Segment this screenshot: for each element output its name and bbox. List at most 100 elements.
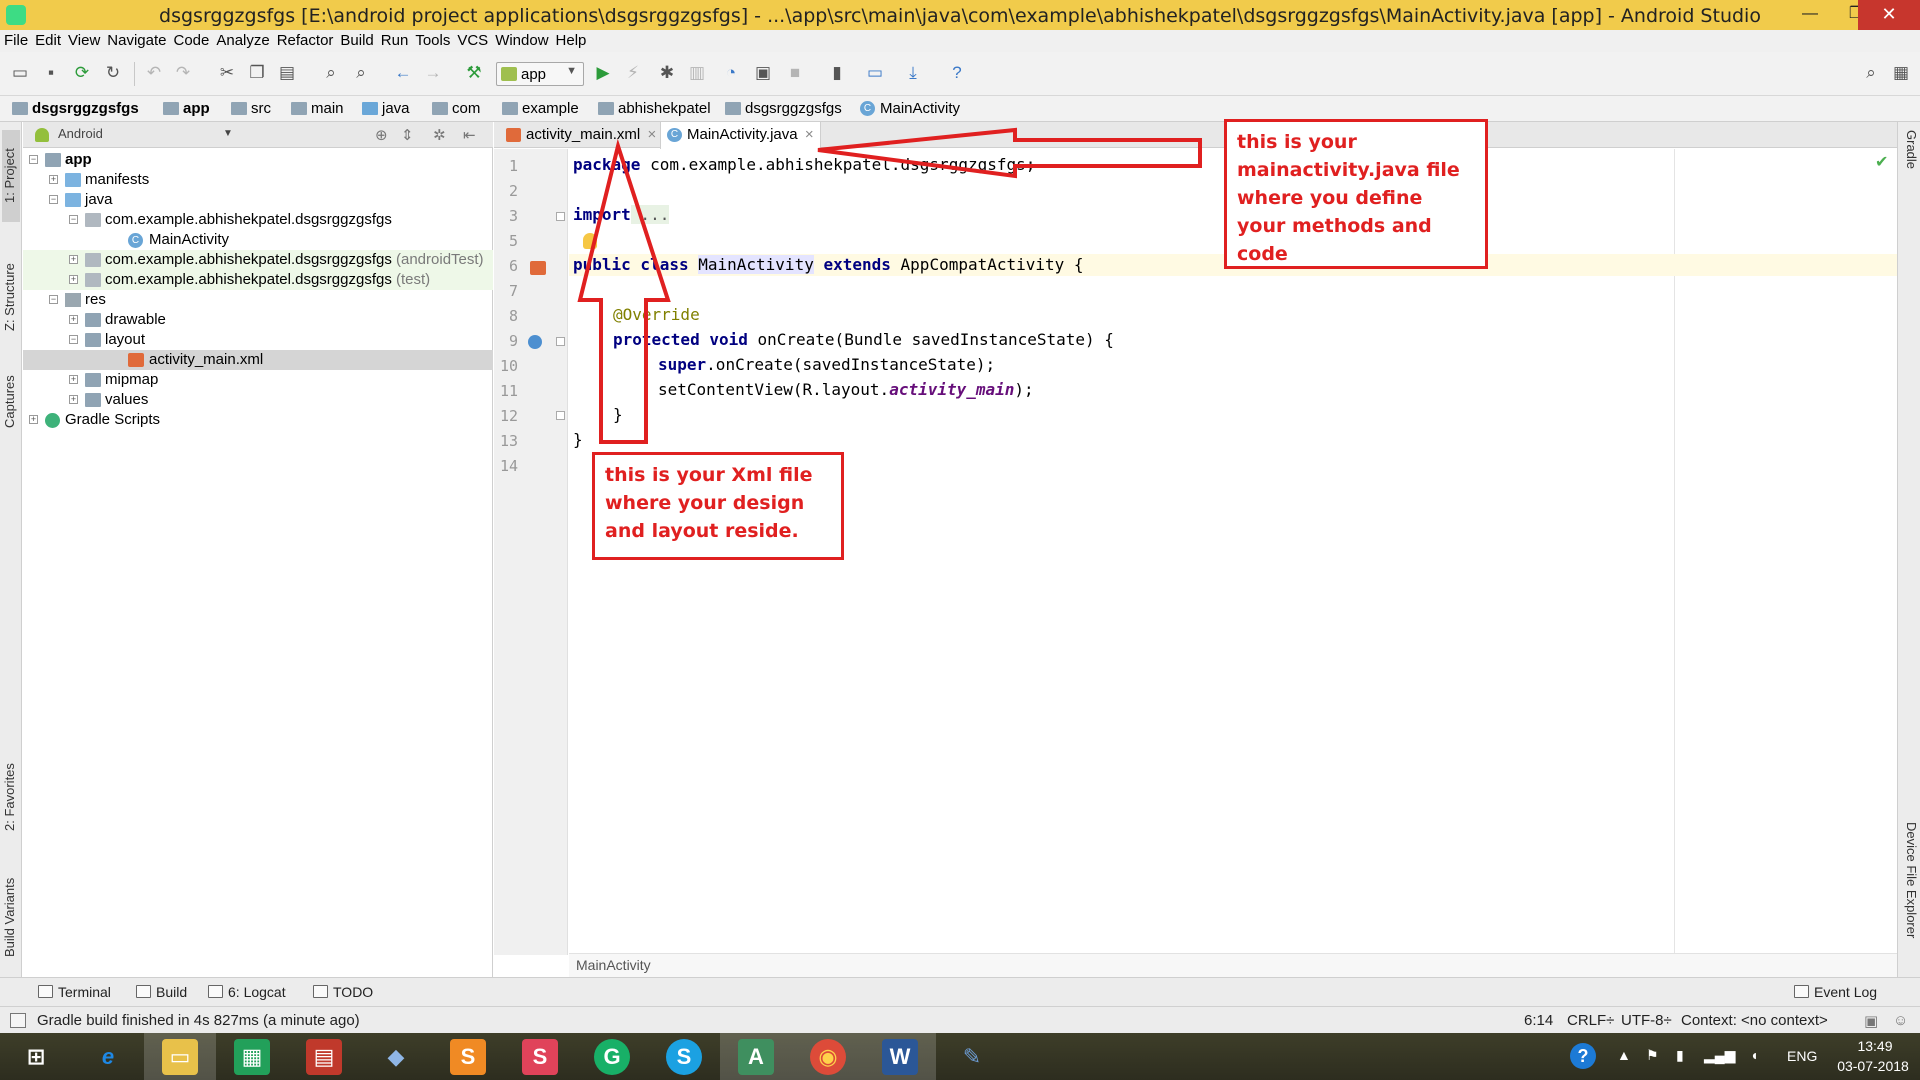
- sync-icon[interactable]: ⟳: [71, 62, 93, 84]
- tool-windows-toggle-icon[interactable]: [10, 1013, 26, 1028]
- menu-analyze[interactable]: Analyze: [212, 30, 272, 51]
- tab-todo[interactable]: TODO: [313, 984, 373, 1000]
- cut-icon[interactable]: ✂: [216, 62, 238, 84]
- avd-manager-icon[interactable]: ▭: [864, 62, 886, 84]
- chevron-down-icon[interactable]: ▼: [223, 128, 233, 139]
- taskbar-store[interactable]: ▦: [216, 1033, 288, 1080]
- breadcrumb-com[interactable]: com: [432, 99, 480, 119]
- collapse-toggle[interactable]: −: [29, 155, 38, 164]
- tab-event-log[interactable]: Event Log: [1794, 984, 1877, 1000]
- tree-item-activity-main-xml[interactable]: activity_main.xml: [23, 350, 493, 370]
- expand-toggle[interactable]: +: [69, 275, 78, 284]
- run-configuration-dropdown[interactable]: app ▼: [496, 62, 584, 86]
- expand-toggle[interactable]: +: [69, 375, 78, 384]
- breadcrumb-abhishekpatel[interactable]: abhishekpatel: [598, 99, 711, 119]
- forward-icon[interactable]: →: [422, 62, 444, 84]
- redo-icon[interactable]: ↷: [172, 62, 194, 84]
- hide-panel-icon[interactable]: ⇤: [463, 126, 476, 144]
- tab-logcat[interactable]: 6: Logcat: [208, 984, 286, 1000]
- refresh-icon[interactable]: ↻: [102, 62, 124, 84]
- lightbulb-icon[interactable]: [583, 233, 597, 249]
- tree-item-layout[interactable]: − layout: [23, 330, 493, 350]
- breadcrumb-src[interactable]: src: [231, 99, 271, 119]
- taskbar-file-explorer[interactable]: ▭: [144, 1033, 216, 1080]
- tab-favorites[interactable]: 2: Favorites: [2, 742, 20, 852]
- expand-toggle[interactable]: +: [69, 395, 78, 404]
- fold-toggle[interactable]: [556, 212, 565, 221]
- tree-item-mainactivity[interactable]: C MainActivity: [23, 230, 493, 250]
- taskbar-android-studio[interactable]: A: [720, 1033, 792, 1080]
- file-encoding[interactable]: UTF-8÷: [1621, 1012, 1672, 1029]
- fold-toggle[interactable]: [556, 337, 565, 346]
- undo-icon[interactable]: ↶: [143, 62, 165, 84]
- breadcrumb-example[interactable]: example: [502, 99, 579, 119]
- apply-changes-icon[interactable]: ⚡: [622, 62, 644, 84]
- tab-build-variants[interactable]: Build Variants: [2, 862, 20, 972]
- tab-gradle[interactable]: Gradle: [1901, 130, 1919, 200]
- clock-date[interactable]: 03-07-2018: [1836, 1058, 1910, 1074]
- tree-item-java[interactable]: − java: [23, 190, 493, 210]
- minimize-button[interactable]: —: [1787, 0, 1833, 30]
- help-icon[interactable]: ?: [1570, 1043, 1596, 1069]
- lock-icon[interactable]: ▣: [1864, 1012, 1878, 1030]
- open-icon[interactable]: ▭: [9, 62, 31, 84]
- profile-icon[interactable]: ▥: [686, 62, 708, 84]
- copy-icon[interactable]: ❐: [246, 62, 268, 84]
- replace-icon[interactable]: ⌕: [350, 62, 372, 84]
- breadcrumb-java[interactable]: java: [362, 99, 410, 119]
- tree-item-package-main[interactable]: − com.example.abhishekpatel.dsgsrggzgsfg…: [23, 210, 493, 230]
- menu-tools[interactable]: Tools: [411, 30, 453, 51]
- project-view-selector[interactable]: Android: [58, 126, 103, 141]
- network-icon[interactable]: ▂▄▆: [1704, 1047, 1735, 1064]
- menu-code[interactable]: Code: [169, 30, 212, 51]
- start-button[interactable]: ⊞: [0, 1033, 72, 1080]
- taskbar-virtualbox[interactable]: ◆: [360, 1033, 432, 1080]
- find-icon[interactable]: ⌕: [320, 62, 342, 84]
- taskbar-grammarly[interactable]: G: [576, 1033, 648, 1080]
- tree-item-gradle-scripts[interactable]: + Gradle Scripts: [23, 410, 493, 430]
- context-indicator[interactable]: Context: <no context>: [1681, 1012, 1828, 1029]
- tree-item-values[interactable]: + values: [23, 390, 493, 410]
- tab-structure[interactable]: Z: Structure: [2, 242, 20, 352]
- tab-project[interactable]: 1: Project: [2, 130, 20, 222]
- menu-refactor[interactable]: Refactor: [273, 30, 337, 51]
- make-project-icon[interactable]: ⚒: [463, 62, 485, 84]
- volume-icon[interactable]: ◖: [1750, 1047, 1758, 1063]
- override-marker-icon[interactable]: [528, 335, 542, 349]
- close-tab-icon[interactable]: ×: [805, 122, 814, 147]
- collapse-toggle[interactable]: −: [49, 195, 58, 204]
- taskbar-skype[interactable]: S: [648, 1033, 720, 1080]
- tree-item-app[interactable]: − app: [23, 150, 493, 170]
- caret-position[interactable]: 6:14: [1524, 1012, 1553, 1029]
- taskbar-sublime[interactable]: S: [432, 1033, 504, 1080]
- breadcrumb-project[interactable]: dsgsrggzgsfgs: [12, 99, 139, 119]
- footer-breadcrumb-mainactivity[interactable]: MainActivity: [576, 957, 651, 973]
- taskbar-internet-explorer[interactable]: e: [72, 1033, 144, 1080]
- stop-icon[interactable]: ■: [784, 62, 806, 84]
- search-everywhere-icon[interactable]: ⌕: [1860, 62, 1882, 84]
- expand-toggle[interactable]: +: [29, 415, 38, 424]
- close-tab-icon[interactable]: ×: [647, 122, 656, 147]
- clock-time[interactable]: 13:49: [1845, 1038, 1905, 1054]
- tab-mainactivity-java[interactable]: C MainActivity.java ×: [660, 122, 821, 149]
- tree-item-manifests[interactable]: + manifests: [23, 170, 493, 190]
- chevron-up-icon[interactable]: ▲: [1617, 1047, 1631, 1063]
- taskbar-news[interactable]: ▤: [288, 1033, 360, 1080]
- help-icon[interactable]: ?: [946, 62, 968, 84]
- status-message[interactable]: Gradle build finished in 4s 827ms (a min…: [37, 1012, 360, 1029]
- tree-item-package-test[interactable]: + com.example.abhishekpatel.dsgsrggzgsfg…: [23, 270, 493, 290]
- expand-toggle[interactable]: +: [49, 175, 58, 184]
- breadcrumb-dsgsrggzgsfgs[interactable]: dsgsrggzgsfgs: [725, 99, 842, 119]
- tab-device-file-explorer[interactable]: Device File Explorer: [1901, 822, 1919, 972]
- battery-icon[interactable]: ▮: [1676, 1047, 1684, 1064]
- menu-window[interactable]: Window: [491, 30, 551, 51]
- close-button[interactable]: ✕: [1858, 0, 1920, 30]
- taskbar-chrome[interactable]: ◉: [792, 1033, 864, 1080]
- scroll-from-source-icon[interactable]: ⊕: [375, 126, 388, 144]
- input-language[interactable]: ENG: [1787, 1048, 1817, 1064]
- taskbar-slides[interactable]: S: [504, 1033, 576, 1080]
- paste-icon[interactable]: ▤: [276, 62, 298, 84]
- tab-terminal[interactable]: Terminal: [38, 984, 111, 1000]
- attach-debugger-icon[interactable]: ◔: [720, 62, 742, 84]
- back-icon[interactable]: ←: [392, 62, 414, 84]
